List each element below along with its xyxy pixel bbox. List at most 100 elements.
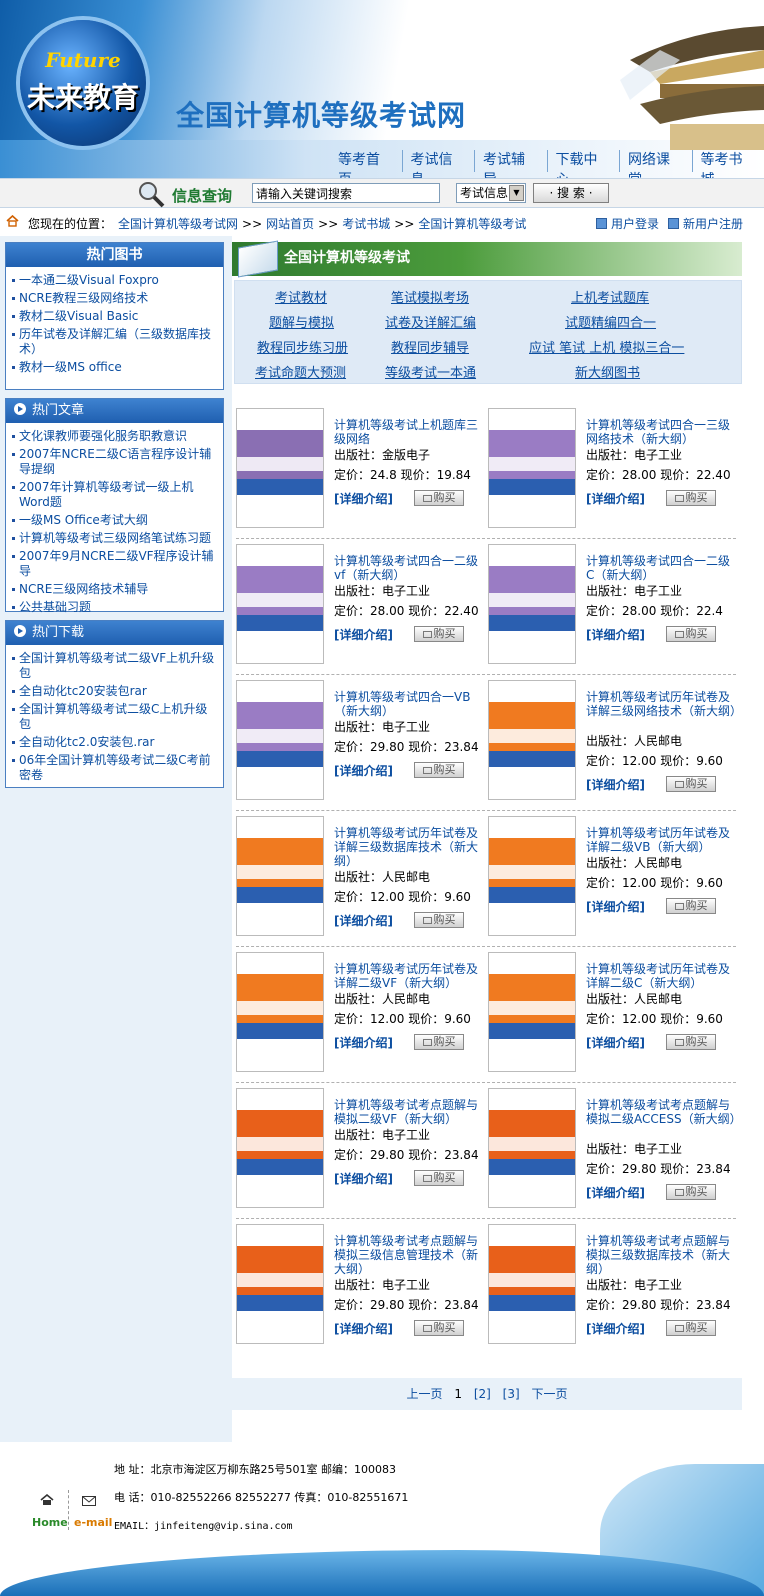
book-title-link[interactable]: 计算机等级考试考点题解与模拟二级ACCESS（新大纲） bbox=[586, 1098, 742, 1126]
category-link[interactable]: 应试 笔试 上机 模拟三合一 bbox=[529, 337, 684, 356]
detail-link[interactable]: [详细介绍] bbox=[586, 1034, 645, 1051]
detail-link[interactable]: [详细介绍] bbox=[586, 626, 645, 643]
detail-link[interactable]: [详细介绍] bbox=[334, 1320, 393, 1337]
sidebar-link[interactable]: 历年试卷及详解汇编（三级数据库技术） bbox=[12, 327, 219, 357]
detail-link[interactable]: [详细介绍] bbox=[586, 1320, 645, 1337]
detail-link[interactable]: [详细介绍] bbox=[334, 1034, 393, 1051]
buy-button[interactable]: 购买 bbox=[666, 1034, 716, 1050]
category-link[interactable]: 上机考试题库 bbox=[571, 287, 649, 306]
nav-online-class[interactable]: 网络课堂 bbox=[620, 150, 693, 180]
detail-link[interactable]: [详细介绍] bbox=[334, 490, 393, 507]
book-title-link[interactable]: 计算机等级考试考点题解与模拟三级信息管理技术（新大纲） bbox=[334, 1234, 484, 1276]
buy-button[interactable]: 购买 bbox=[666, 490, 716, 506]
book-cover-image[interactable] bbox=[488, 952, 576, 1072]
detail-link[interactable]: [详细介绍] bbox=[334, 912, 393, 929]
book-cover-image[interactable] bbox=[488, 1224, 576, 1344]
book-title-link[interactable]: 计算机等级考试历年试卷及详解二级VB（新大纲） bbox=[586, 826, 736, 854]
buy-button[interactable]: 购买 bbox=[414, 912, 464, 928]
sidebar-link[interactable]: NCRE教程三级网络技术 bbox=[12, 291, 219, 306]
book-title-link[interactable]: 计算机等级考试四合一VB（新大纲） bbox=[334, 690, 484, 718]
buy-button[interactable]: 购买 bbox=[666, 1320, 716, 1336]
book-title-link[interactable]: 计算机等级考试历年试卷及详解三级数据库技术（新大纲） bbox=[334, 826, 484, 868]
buy-button[interactable]: 购买 bbox=[414, 1170, 464, 1186]
next-page-link[interactable]: 下一页 bbox=[531, 1387, 567, 1401]
book-title-link[interactable]: 计算机等级考试历年试卷及详解三级网络技术（新大纲） bbox=[586, 690, 742, 718]
search-input[interactable] bbox=[252, 183, 440, 203]
book-title-link[interactable]: 计算机等级考试四合一二级vf（新大纲） bbox=[334, 554, 484, 582]
category-link[interactable]: 考试命题大预测 bbox=[255, 362, 346, 381]
buy-button[interactable]: 购买 bbox=[414, 626, 464, 642]
book-title-link[interactable]: 计算机等级考试历年试卷及详解二级VF（新大纲） bbox=[334, 962, 484, 990]
book-title-link[interactable]: 计算机等级考试四合一三级网络技术（新大纲） bbox=[586, 418, 736, 446]
prev-page-link[interactable]: 上一页 bbox=[407, 1387, 443, 1401]
breadcrumb-item[interactable]: 网站首页 bbox=[266, 217, 314, 231]
book-title-link[interactable]: 计算机等级考试四合一二级C（新大纲） bbox=[586, 554, 736, 582]
detail-link[interactable]: [详细介绍] bbox=[586, 898, 645, 915]
sidebar-link[interactable]: 2007年计算机等级考试一级上机Word题 bbox=[12, 480, 219, 510]
book-cover-image[interactable] bbox=[236, 952, 324, 1072]
category-link[interactable]: 题解与模拟 bbox=[269, 312, 334, 331]
sidebar-link[interactable]: 2007年9月NCRE二级VF程序设计辅导 bbox=[12, 549, 219, 579]
sidebar-link[interactable]: 教材二级Visual Basic bbox=[12, 309, 219, 324]
book-cover-image[interactable] bbox=[236, 408, 324, 528]
sidebar-link[interactable]: 全自动化tc20安装包rar bbox=[12, 684, 219, 699]
sidebar-link[interactable]: 全自动化tc2.0安装包.rar bbox=[12, 735, 219, 750]
detail-link[interactable]: [详细介绍] bbox=[334, 626, 393, 643]
breadcrumb-item[interactable]: 全国计算机等级考试 bbox=[418, 217, 526, 231]
breadcrumb-item[interactable]: 全国计算机等级考试网 bbox=[118, 217, 238, 231]
nav-download-center[interactable]: 下载中心 bbox=[548, 150, 620, 180]
buy-button[interactable]: 购买 bbox=[414, 1320, 464, 1336]
book-cover-image[interactable] bbox=[236, 1088, 324, 1208]
detail-link[interactable]: [详细介绍] bbox=[586, 776, 645, 793]
book-cover-image[interactable] bbox=[236, 680, 324, 800]
book-cover-image[interactable] bbox=[488, 408, 576, 528]
detail-link[interactable]: [详细介绍] bbox=[586, 1184, 645, 1201]
site-logo[interactable]: Future 未来教育 bbox=[20, 20, 146, 146]
page-3-link[interactable]: [3] bbox=[503, 1387, 520, 1401]
book-cover-image[interactable] bbox=[236, 1224, 324, 1344]
book-title-link[interactable]: 计算机等级考试历年试卷及详解二级C（新大纲） bbox=[586, 962, 736, 990]
book-cover-image[interactable] bbox=[488, 544, 576, 664]
sidebar-link[interactable]: NCRE三级网络技术辅导 bbox=[12, 582, 219, 597]
book-title-link[interactable]: 计算机等级考试上机题库三级网络 bbox=[334, 418, 484, 446]
detail-link[interactable]: [详细介绍] bbox=[586, 490, 645, 507]
buy-button[interactable]: 购买 bbox=[414, 762, 464, 778]
breadcrumb-item[interactable]: 考试书城 bbox=[342, 217, 390, 231]
category-link[interactable]: 教程同步练习册 bbox=[257, 337, 348, 356]
category-link[interactable]: 考试教材 bbox=[275, 287, 327, 306]
buy-button[interactable]: 购买 bbox=[666, 776, 716, 792]
book-title-link[interactable]: 计算机等级考试考点题解与模拟三级数据库技术（新大纲） bbox=[586, 1234, 736, 1276]
sidebar-link[interactable]: 全国计算机等级考试二级C上机升级包 bbox=[12, 702, 219, 732]
register-link[interactable]: 新用户注册 bbox=[668, 215, 743, 232]
nav-exam-tutoring[interactable]: 考试辅导 bbox=[475, 150, 548, 180]
sidebar-link[interactable]: 教材一级MS office bbox=[12, 360, 219, 375]
book-cover-image[interactable] bbox=[488, 816, 576, 936]
buy-button[interactable]: 购买 bbox=[666, 1184, 716, 1200]
sidebar-link[interactable]: 文化课教师要强化服务职教意识 bbox=[12, 429, 219, 444]
sidebar-link[interactable]: 2007年NCRE二级C语言程序设计辅导提纲 bbox=[12, 447, 219, 477]
book-cover-image[interactable] bbox=[488, 680, 576, 800]
category-link[interactable]: 新大纲图书 bbox=[575, 362, 640, 381]
buy-button[interactable]: 购买 bbox=[666, 626, 716, 642]
book-cover-image[interactable] bbox=[236, 544, 324, 664]
book-cover-image[interactable] bbox=[488, 1088, 576, 1208]
nav-bookstore[interactable]: 等考书城 bbox=[693, 150, 764, 180]
category-link[interactable]: 等级考试一本通 bbox=[385, 362, 476, 381]
search-scope-select[interactable]: 考试信息 ▼ bbox=[456, 183, 526, 203]
buy-button[interactable]: 购买 bbox=[414, 490, 464, 506]
login-link[interactable]: 用户登录 bbox=[596, 215, 659, 232]
sidebar-link[interactable]: 全国计算机等级考试二级VF上机升级包 bbox=[12, 651, 219, 681]
category-link[interactable]: 笔试模拟考场 bbox=[391, 287, 469, 306]
buy-button[interactable]: 购买 bbox=[414, 1034, 464, 1050]
book-title-link[interactable]: 计算机等级考试考点题解与模拟二级VF（新大纲） bbox=[334, 1098, 484, 1126]
category-link[interactable]: 试卷及详解汇编 bbox=[385, 312, 476, 331]
footer-email-link[interactable]: e-mail bbox=[74, 1516, 112, 1529]
sidebar-link[interactable]: 一本通二级Visual Foxpro bbox=[12, 273, 219, 288]
page-2-link[interactable]: [2] bbox=[474, 1387, 491, 1401]
category-link[interactable]: 教程同步辅导 bbox=[391, 337, 469, 356]
footer-home-link[interactable]: Home bbox=[32, 1516, 68, 1529]
sidebar-link[interactable]: 06年全国计算机等级考试二级C考前密卷 bbox=[12, 753, 219, 783]
nav-exam-info[interactable]: 考试信息 bbox=[403, 150, 475, 180]
nav-home[interactable]: 等考首页 bbox=[330, 150, 403, 180]
sidebar-link[interactable]: 计算机等级考试三级网络笔试练习题 bbox=[12, 531, 219, 546]
